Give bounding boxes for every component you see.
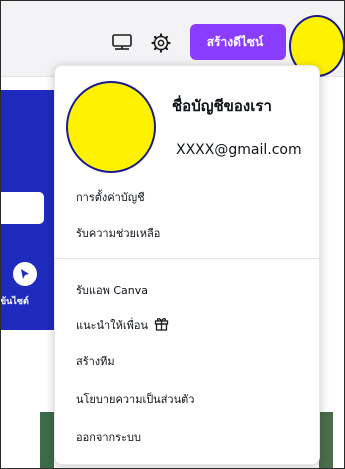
background-search-field bbox=[0, 192, 44, 224]
cursor-icon bbox=[13, 262, 37, 286]
account-name: ชื่อบัญชีของเรา bbox=[172, 97, 272, 115]
background-thumbnail bbox=[319, 412, 333, 469]
background-thumbnail bbox=[40, 412, 54, 469]
menu-item-get-app[interactable]: รับแอพ Canva bbox=[76, 281, 148, 299]
menu-item-label: แนะนำให้เพื่อน bbox=[76, 319, 148, 332]
gear-icon[interactable] bbox=[149, 31, 173, 55]
menu-item-label: รับแอพ Canva bbox=[76, 284, 148, 297]
account-email: XXXX@gmail.com bbox=[176, 142, 302, 158]
account-menu: ชื่อบัญชีของเรา XXXX@gmail.com การตั้งค่… bbox=[54, 65, 320, 465]
background-right-area bbox=[320, 90, 345, 330]
gift-icon bbox=[154, 316, 169, 334]
menu-item-sign-out[interactable]: ออกจากระบบ bbox=[76, 428, 141, 446]
background-label: ข้นไซต์ bbox=[0, 297, 29, 307]
menu-item-account-settings[interactable]: การตั้งค่าบัญชี bbox=[76, 188, 145, 206]
menu-item-privacy-policy[interactable]: นโยบายความเป็นส่วนตัว bbox=[76, 390, 194, 408]
menu-item-label: การตั้งค่าบัญชี bbox=[76, 191, 145, 204]
menu-item-label: นโยบายความเป็นส่วนตัว bbox=[76, 393, 195, 406]
menu-item-get-help[interactable]: รับความช่วยเหลือ bbox=[76, 224, 160, 242]
menu-item-label: ออกจากระบบ bbox=[76, 431, 141, 444]
account-avatar bbox=[66, 81, 156, 173]
menu-item-refer-friend[interactable]: แนะนำให้เพื่อน bbox=[76, 316, 169, 334]
menu-item-label: สร้างทีม bbox=[76, 355, 115, 368]
menu-item-label: รับความช่วยเหลือ bbox=[76, 227, 161, 240]
menu-item-create-team[interactable]: สร้างทีม bbox=[76, 352, 115, 370]
desktop-icon[interactable] bbox=[110, 31, 134, 55]
create-design-button[interactable]: สร้างดีไซน์ bbox=[190, 24, 286, 60]
menu-divider bbox=[55, 258, 319, 259]
